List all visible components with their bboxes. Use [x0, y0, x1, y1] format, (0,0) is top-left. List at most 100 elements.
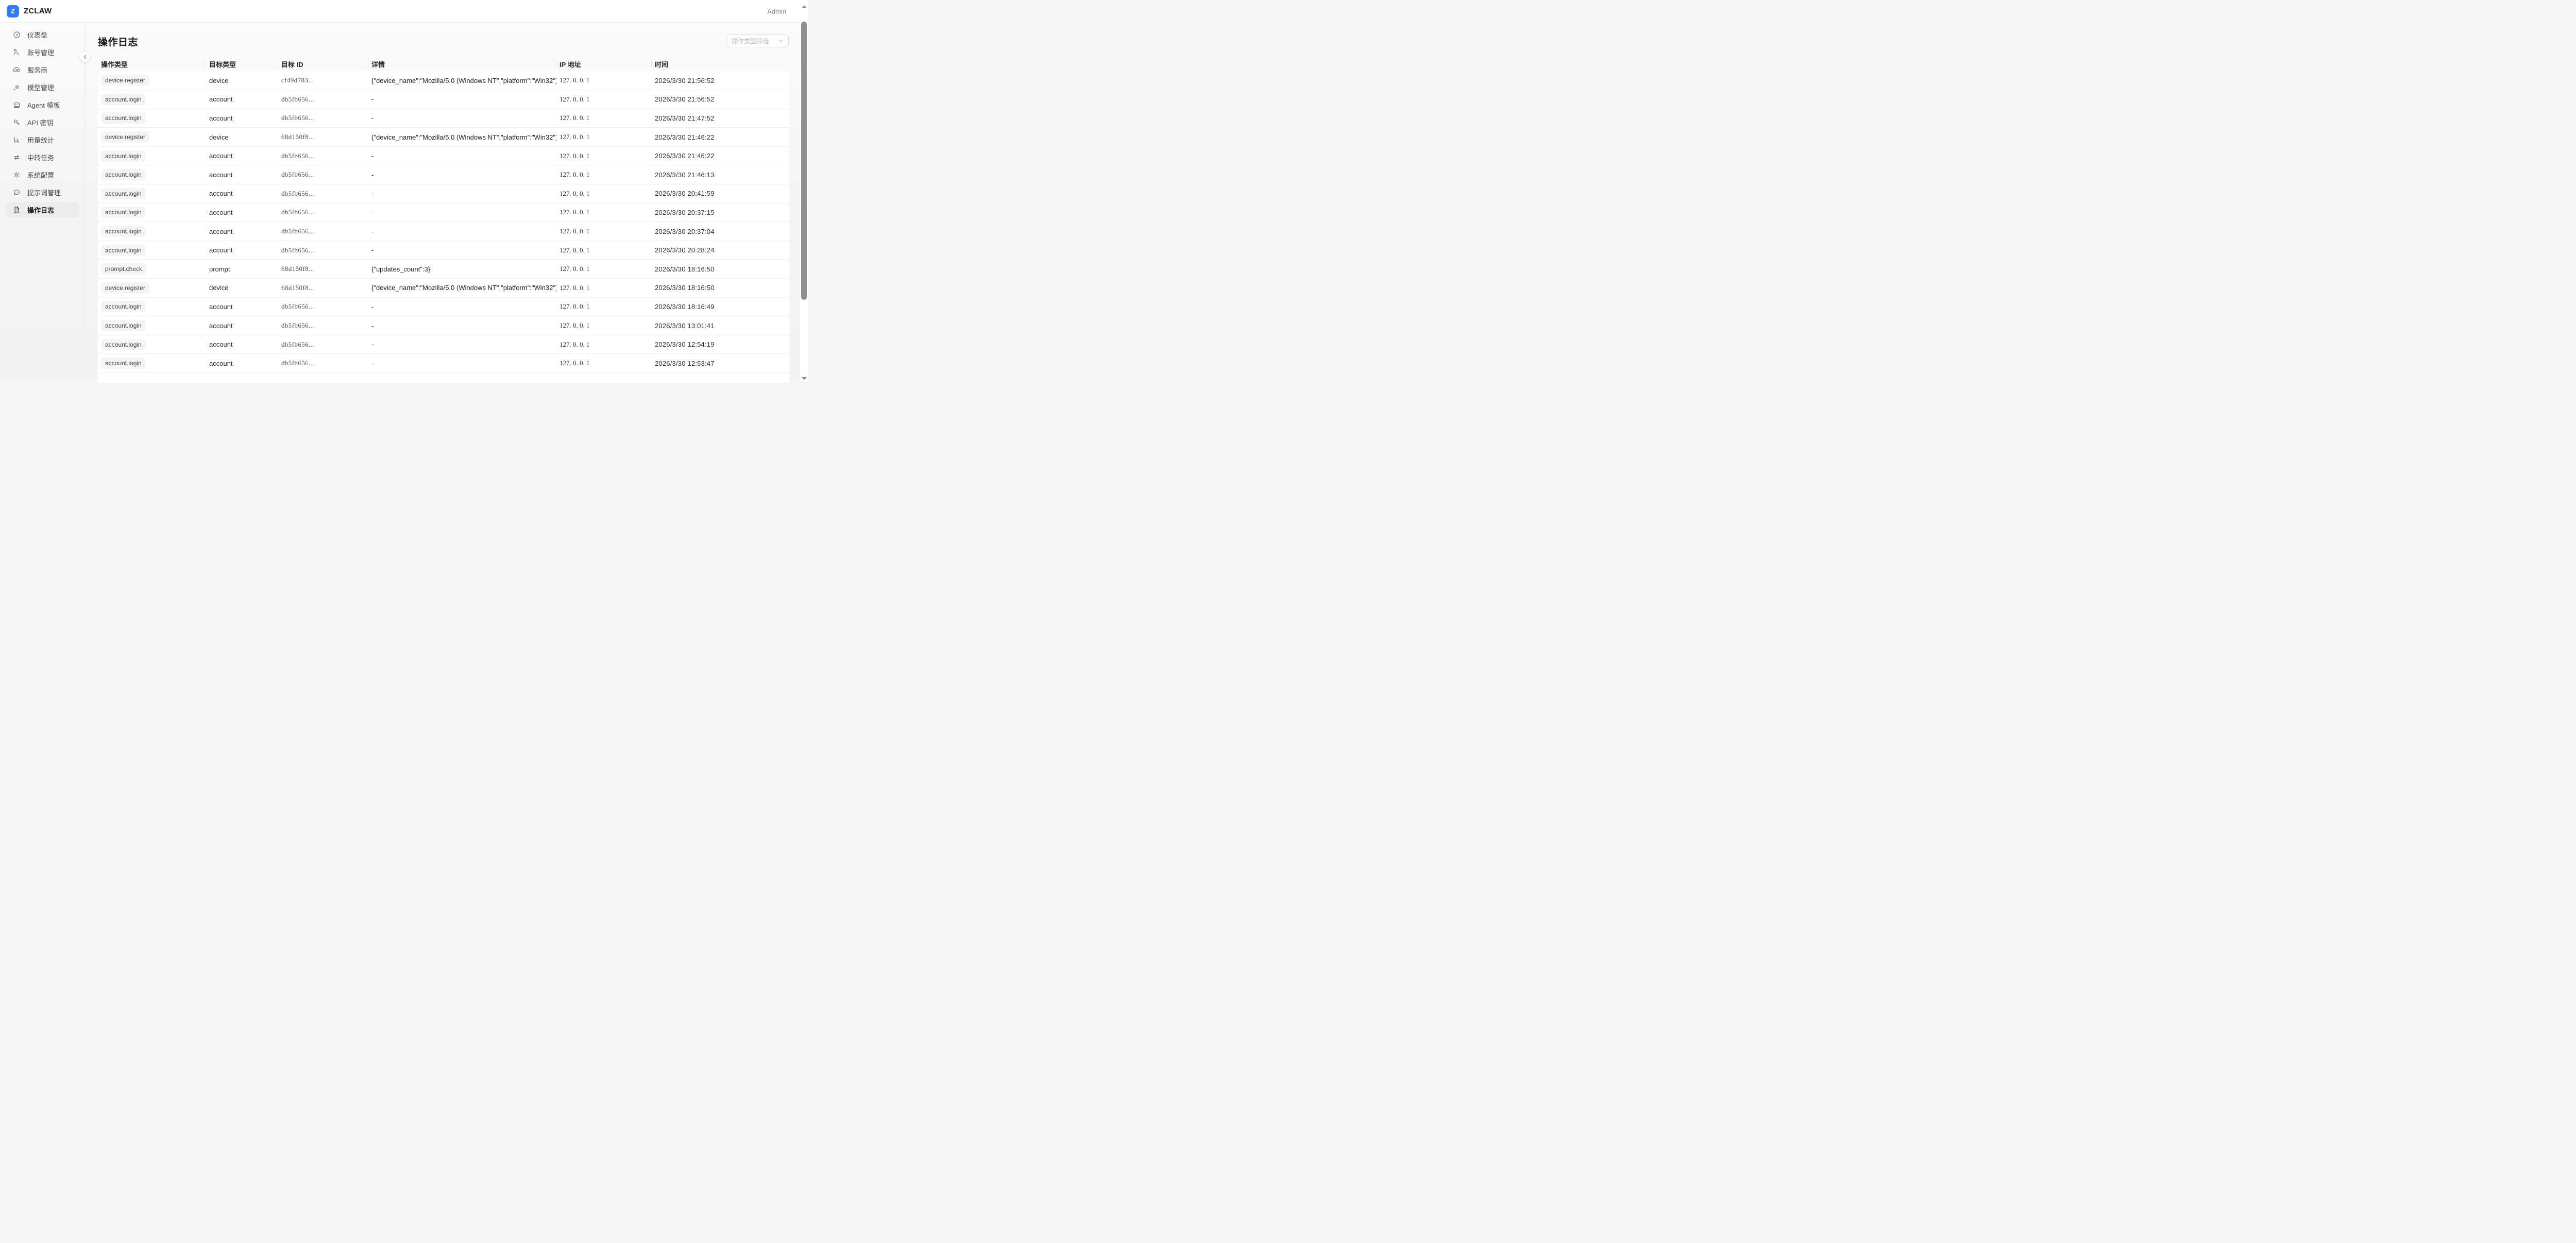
detail-cell: - — [368, 241, 556, 260]
target-id-cell: db5fb656... — [278, 90, 368, 109]
sidebar-item-plug[interactable]: 模型管理 — [5, 79, 79, 95]
table-row: device.registerdevicecf49d783...{"device… — [98, 71, 789, 90]
target-type-cell: account — [206, 222, 278, 241]
sidebar-item-chat-bubble[interactable]: 提示词管理 — [5, 184, 79, 200]
detail-cell: - — [368, 354, 556, 373]
vertical-scrollbar[interactable] — [800, 0, 808, 381]
sidebar-item-label: 账号管理 — [27, 47, 54, 57]
target-type-cell: prompt — [206, 260, 278, 279]
scroll-up-arrow-icon[interactable] — [802, 5, 807, 8]
time-cell: 2026/3/30 21:56:52 — [652, 71, 789, 90]
time-cell: 2026/3/30 12:54:19 — [652, 335, 789, 354]
gear-icon — [13, 171, 21, 179]
time-cell: 2026/3/30 12:53:47 — [652, 354, 789, 373]
action-cell: account.login — [98, 203, 206, 222]
time-cell: 2026/3/30 21:46:22 — [652, 128, 789, 147]
table-row: account.loginaccountdb5fb656...-127. 0. … — [98, 90, 789, 109]
target-id-cell: db5fb656... — [278, 203, 368, 222]
chevron-down-icon — [778, 39, 783, 43]
brand-name: ZCLAW — [24, 7, 52, 15]
target-id-cell: db5fb656... — [278, 354, 368, 373]
detail-cell: - — [368, 203, 556, 222]
action-cell: account.login — [98, 109, 206, 128]
sidebar-item-gear[interactable]: 系统配置 — [5, 167, 79, 182]
top-header: Z ZCLAW Admin — [0, 0, 808, 23]
swap-arrows-icon — [13, 154, 21, 161]
target-id-cell: db5fb656... — [278, 241, 368, 260]
sidebar-item-cloud[interactable]: 服务商 — [5, 62, 79, 77]
chevron-left-icon — [83, 55, 88, 59]
table-row: account.loginaccountdb5fb656...-127. 0. … — [98, 335, 789, 354]
sidebar-collapse-button[interactable] — [80, 52, 90, 62]
column-header: 操作类型 — [98, 57, 206, 71]
detail-cell: - — [368, 297, 556, 316]
admin-user-menu[interactable]: Admin — [767, 0, 786, 23]
table-row: device.registerdevice68d150f8...{"device… — [98, 279, 789, 298]
main-content: 操作日志 操作类型筛选 操作类型目标类型目标 ID详情IP 地址时间 devic… — [85, 23, 808, 381]
table-row: account.loginaccountdb5fb656...-127. 0. … — [98, 316, 789, 335]
target-id-cell: db5fb656... — [278, 297, 368, 316]
operation-log-table: 操作类型目标类型目标 ID详情IP 地址时间 device.registerde… — [98, 57, 789, 383]
time-cell: 2026/3/30 20:37:04 — [652, 222, 789, 241]
target-id-cell: 68d150f8... — [278, 279, 368, 298]
detail-cell: {"device_name":"Mozilla/5.0 (Windows NT"… — [368, 279, 556, 298]
table-row-partial — [98, 373, 789, 383]
target-type-cell: account — [206, 297, 278, 316]
action-cell: device.register — [98, 128, 206, 147]
action-cell: device.register — [98, 279, 206, 298]
ip-cell: 127. 0. 0. 1 — [556, 146, 652, 165]
detail-cell: {"device_name":"Mozilla/5.0 (Windows NT"… — [368, 71, 556, 90]
sidebar-item-swap-arrows[interactable]: 中转任务 — [5, 149, 79, 165]
action-type-chip: account.login — [101, 301, 146, 312]
time-cell: 2026/3/30 13:01:41 — [652, 316, 789, 335]
target-type-cell: account — [206, 184, 278, 203]
action-cell: account.login — [98, 184, 206, 203]
table-row: account.loginaccountdb5fb656...-127. 0. … — [98, 354, 789, 373]
detail-cell: {"device_name":"Mozilla/5.0 (Windows NT"… — [368, 128, 556, 147]
sidebar-item-document[interactable]: 操作日志 — [5, 202, 79, 217]
sidebar-item-key[interactable]: API 密钥 — [5, 114, 79, 130]
sidebar-item-user-search[interactable]: 账号管理 — [5, 44, 79, 60]
ip-cell: 127. 0. 0. 1 — [556, 335, 652, 354]
action-type-filter-select[interactable]: 操作类型筛选 — [726, 35, 789, 47]
bar-chart-icon — [13, 136, 21, 144]
ip-cell: 127. 0. 0. 1 — [556, 354, 652, 373]
document-icon — [13, 206, 21, 214]
app-body: 仪表盘账号管理服务商模型管理 Agent 模板 API 密钥用量统计中转任务系统配置… — [0, 23, 808, 381]
table-row: account.loginaccountdb5fb656...-127. 0. … — [98, 109, 789, 128]
action-cell: account.login — [98, 222, 206, 241]
table-row: account.loginaccountdb5fb656...-127. 0. … — [98, 203, 789, 222]
table-row: prompt.checkprompt68d150f8...{"updates_c… — [98, 260, 789, 279]
scrollbar-thumb[interactable] — [801, 22, 807, 300]
sidebar-item-label: 用量统计 — [27, 135, 54, 145]
gauge-icon — [13, 31, 21, 39]
scroll-down-arrow-icon[interactable] — [802, 377, 807, 380]
ip-cell: 127. 0. 0. 1 — [556, 128, 652, 147]
time-cell: 2026/3/30 20:41:59 — [652, 184, 789, 203]
sidebar-item-bar-chart[interactable]: 用量统计 — [5, 132, 79, 147]
target-type-cell: account — [206, 203, 278, 222]
detail-cell: - — [368, 316, 556, 335]
ip-cell: 127. 0. 0. 1 — [556, 260, 652, 279]
sidebar-item-robot[interactable]: Agent 模板 — [5, 97, 79, 112]
robot-icon — [13, 101, 21, 109]
action-type-chip: account.login — [101, 94, 146, 105]
detail-cell: {"updates_count":3} — [368, 260, 556, 279]
action-cell: device.register — [98, 71, 206, 90]
sidebar-item-label: 提示词管理 — [27, 188, 61, 197]
action-type-chip: device.register — [101, 75, 149, 86]
column-header: 目标 ID — [278, 57, 368, 71]
sidebar-item-label: 系统配置 — [27, 170, 54, 180]
ip-cell: 127. 0. 0. 1 — [556, 241, 652, 260]
column-header: 目标类型 — [206, 57, 278, 71]
action-type-chip: account.login — [101, 188, 146, 199]
time-cell: 2026/3/30 21:47:52 — [652, 109, 789, 128]
target-type-cell: account — [206, 165, 278, 184]
sidebar-nav: 仪表盘账号管理服务商模型管理 Agent 模板 API 密钥用量统计中转任务系统配置… — [0, 23, 85, 381]
table-row: account.loginaccountdb5fb656...-127. 0. … — [98, 146, 789, 165]
page-title: 操作日志 — [98, 35, 808, 48]
user-search-icon — [13, 48, 21, 56]
detail-cell: - — [368, 335, 556, 354]
detail-cell: - — [368, 90, 556, 109]
sidebar-item-gauge[interactable]: 仪表盘 — [5, 27, 79, 42]
